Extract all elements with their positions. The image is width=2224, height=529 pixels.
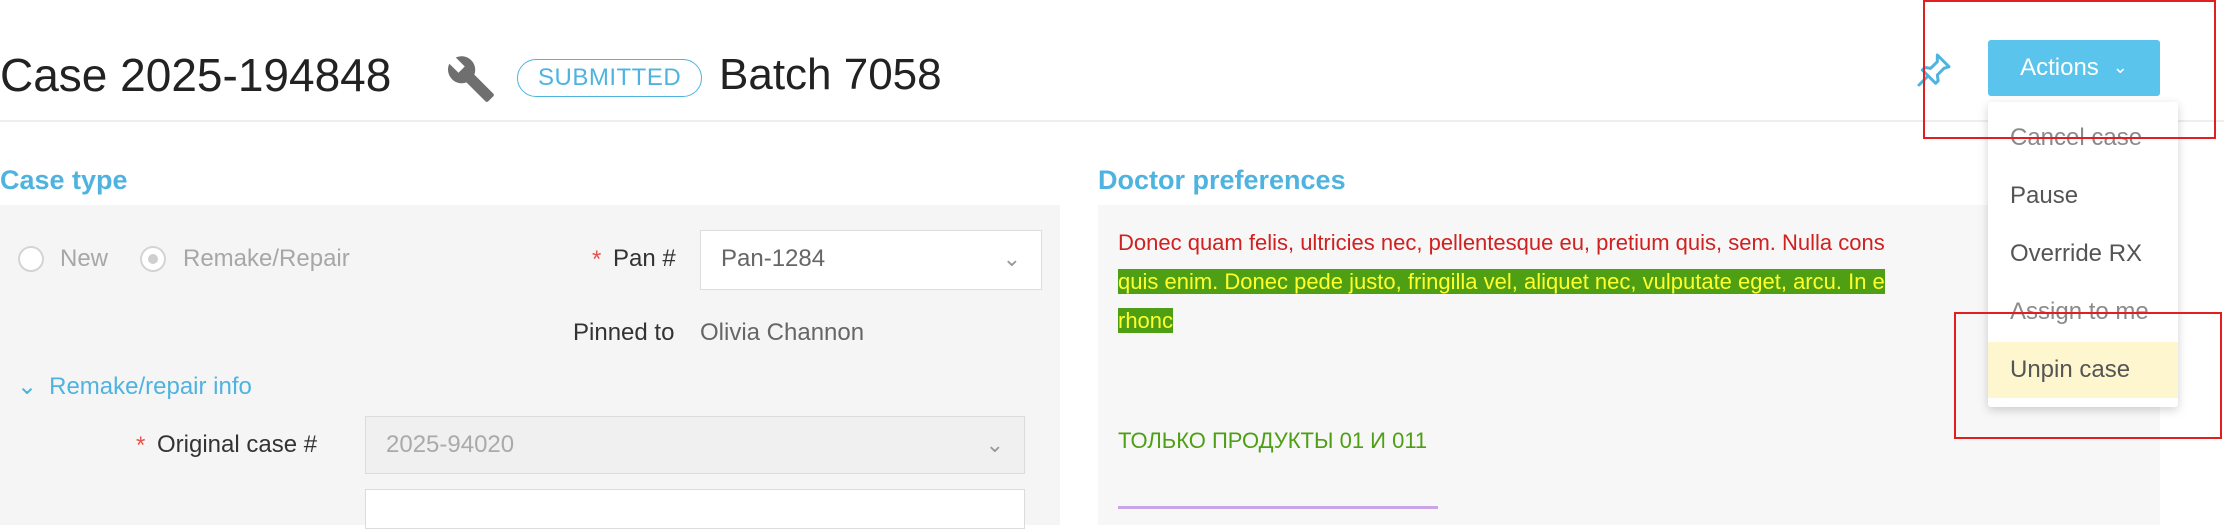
chevron-down-icon: ⌄ bbox=[1002, 246, 1021, 271]
menu-item-override-rx[interactable]: Override RX bbox=[1988, 226, 2178, 282]
menu-item-pause[interactable]: Pause bbox=[1988, 168, 2178, 224]
remake-info-toggle[interactable]: ⌄ Remake/repair info bbox=[17, 372, 252, 401]
original-case-value: 2025-94020 bbox=[386, 431, 515, 458]
doctor-preferences-title: Doctor preferences bbox=[1098, 165, 1346, 195]
pan-label: Pan # bbox=[613, 245, 676, 272]
chevron-down-icon: ⌄ bbox=[985, 432, 1004, 457]
pan-select[interactable]: Pan-1284 ⌄ bbox=[700, 230, 1042, 290]
pref-highlight-3: rhonc bbox=[1118, 308, 1174, 333]
pinned-value: Olivia Channon bbox=[700, 319, 865, 346]
original-case-select[interactable]: 2025-94020 ⌄ bbox=[365, 416, 1025, 474]
radio-remake-label: Remake/Repair bbox=[183, 245, 350, 272]
pref-line-2: quis enim. Donec pede justo, fringilla v… bbox=[1118, 269, 1885, 295]
pref-line-5-clipped bbox=[1118, 502, 1448, 512]
case-type-title: Case type bbox=[0, 165, 128, 195]
annotation-box-unpin bbox=[1954, 312, 2222, 439]
required-marker: * bbox=[136, 432, 146, 459]
remake-info-label: Remake/repair info bbox=[49, 373, 252, 400]
header-divider bbox=[0, 120, 2224, 122]
pref-line-4: ТОЛЬКО ПРОДУКТЫ 01 И 011 bbox=[1118, 428, 1428, 453]
radio-remake-repair[interactable] bbox=[140, 246, 166, 272]
pan-value: Pan-1284 bbox=[721, 245, 826, 272]
pref-highlight-2: quis enim. Donec pede justo, fringilla v… bbox=[1118, 269, 1885, 294]
required-marker: * bbox=[592, 246, 602, 273]
case-title: Case 2025-194848 bbox=[0, 49, 392, 101]
wrench-icon[interactable] bbox=[446, 54, 496, 104]
radio-new-label: New bbox=[60, 245, 109, 272]
chevron-down-icon: ⌄ bbox=[17, 373, 38, 400]
pinned-label: Pinned to bbox=[573, 319, 675, 346]
next-field-input[interactable] bbox=[365, 489, 1025, 529]
status-badge: SUBMITTED bbox=[517, 59, 703, 97]
pref-line-1: Donec quam felis, ultricies nec, pellent… bbox=[1118, 230, 1885, 255]
original-case-label: Original case # bbox=[157, 431, 318, 458]
batch-label: Batch 7058 bbox=[719, 50, 942, 99]
annotation-box-actions bbox=[1923, 0, 2216, 139]
pref-line-3: rhonc bbox=[1118, 308, 1174, 334]
radio-new[interactable] bbox=[18, 246, 44, 272]
